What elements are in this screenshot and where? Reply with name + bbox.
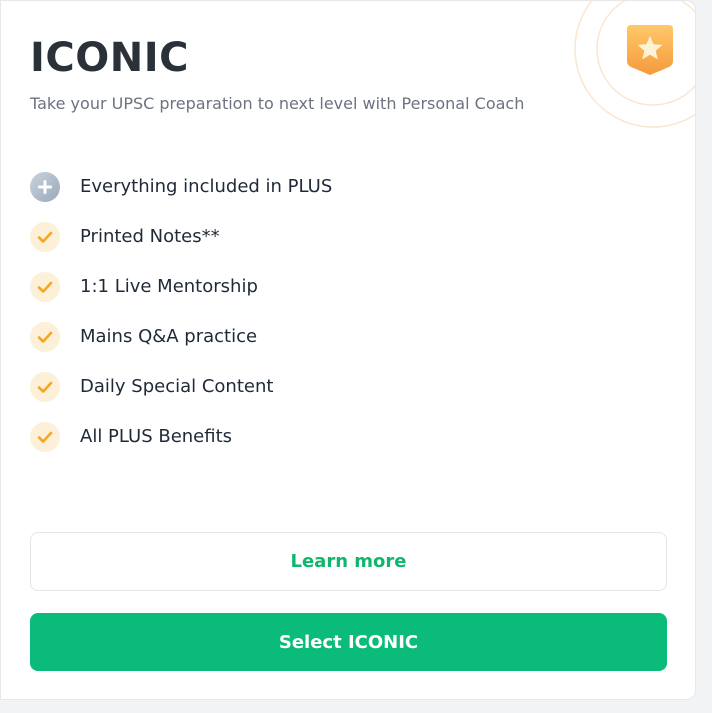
check-icon <box>30 322 60 352</box>
feature-label: 1:1 Live Mentorship <box>80 276 258 297</box>
feature-label: Daily Special Content <box>80 376 274 397</box>
feature-item: 1:1 Live Mentorship <box>30 271 650 303</box>
check-icon <box>30 422 60 452</box>
star-badge-icon <box>623 21 677 77</box>
feature-item: All PLUS Benefits <box>30 421 650 453</box>
check-icon <box>30 222 60 252</box>
feature-item: Daily Special Content <box>30 371 650 403</box>
feature-item: Printed Notes** <box>30 221 650 253</box>
plan-subtitle: Take your UPSC preparation to next level… <box>30 94 525 113</box>
feature-item: Everything included in PLUS <box>30 171 650 203</box>
feature-label: Printed Notes** <box>80 226 220 247</box>
plus-icon <box>30 172 60 202</box>
feature-item: Mains Q&A practice <box>30 321 650 353</box>
feature-label: Everything included in PLUS <box>80 176 333 197</box>
feature-label: Mains Q&A practice <box>80 326 258 347</box>
learn-more-button[interactable]: Learn more <box>30 532 667 591</box>
check-icon <box>30 372 60 402</box>
check-icon <box>30 272 60 302</box>
feature-label: All PLUS Benefits <box>80 426 233 447</box>
select-plan-button[interactable]: Select ICONIC <box>30 613 667 671</box>
plan-card: ICONIC Take your UPSC preparation to nex… <box>0 0 696 700</box>
plan-title: ICONIC <box>30 35 189 81</box>
